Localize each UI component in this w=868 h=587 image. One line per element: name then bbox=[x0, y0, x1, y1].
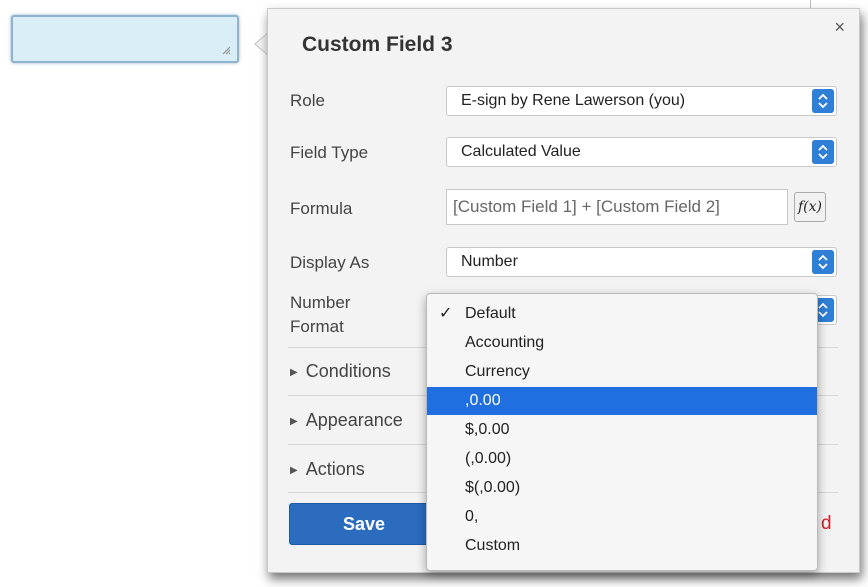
dropdown-option-currency[interactable]: Currency bbox=[427, 358, 817, 386]
dropdown-option-label: Currency bbox=[465, 363, 530, 380]
dropdown-option-label: $(,0.00) bbox=[465, 479, 521, 496]
dropdown-option-comma-decimal[interactable]: ,0.00 bbox=[427, 387, 817, 415]
dropdown-option-accounting[interactable]: Accounting bbox=[427, 329, 817, 357]
number-format-label-line2: Format bbox=[290, 317, 344, 336]
dropdown-option-label: Default bbox=[465, 305, 516, 322]
triangle-right-icon: ▶ bbox=[290, 416, 298, 427]
panel-title: Custom Field 3 bbox=[302, 33, 453, 56]
section-conditions[interactable]: ▶ Conditions bbox=[290, 361, 391, 382]
dropdown-option-dollar-comma-decimal[interactable]: $,0.00 bbox=[427, 416, 817, 444]
field-type-label: Field Type bbox=[290, 143, 369, 162]
checkmark-icon: ✓ bbox=[439, 305, 453, 322]
section-actions[interactable]: ▶ Actions bbox=[290, 459, 365, 480]
dropdown-option-label: (,0.00) bbox=[465, 450, 512, 467]
page-edge-line bbox=[810, 0, 811, 8]
dropdown-option-zero-comma[interactable]: 0, bbox=[427, 503, 817, 531]
section-conditions-label: Conditions bbox=[305, 361, 391, 381]
formula-input[interactable]: [Custom Field 1] + [Custom Field 2] bbox=[446, 189, 788, 225]
dropdown-option-custom[interactable]: Custom bbox=[427, 532, 817, 560]
role-value: E-sign by Rene Lawerson (you) bbox=[461, 92, 686, 109]
display-as-value: Number bbox=[461, 253, 518, 270]
triangle-right-icon: ▶ bbox=[290, 465, 298, 476]
save-button[interactable]: Save bbox=[289, 503, 439, 545]
close-icon[interactable]: × bbox=[834, 17, 845, 38]
dropdown-option-label: $,0.00 bbox=[465, 421, 510, 438]
number-format-label-line1: Number bbox=[290, 293, 351, 312]
field-type-select[interactable]: Calculated Value bbox=[446, 137, 837, 167]
display-as-label: Display As bbox=[290, 253, 370, 272]
display-as-select[interactable]: Number bbox=[446, 247, 837, 277]
dropdown-option-label: ,0.00 bbox=[465, 392, 501, 409]
dropdown-option-label: Accounting bbox=[465, 334, 545, 351]
field-type-value: Calculated Value bbox=[461, 143, 581, 160]
resize-grip-icon[interactable] bbox=[222, 46, 231, 55]
dropdown-option-paren-comma-decimal[interactable]: (,0.00) bbox=[427, 445, 817, 473]
section-appearance-label: Appearance bbox=[305, 410, 403, 430]
role-select[interactable]: E-sign by Rene Lawerson (you) bbox=[446, 86, 837, 116]
up-down-chevron-icon bbox=[812, 140, 834, 164]
role-label: Role bbox=[290, 91, 325, 110]
number-format-dropdown: ✓ Default Accounting Currency ,0.00 $,0.… bbox=[426, 293, 818, 571]
section-appearance[interactable]: ▶ Appearance bbox=[290, 410, 403, 431]
dropdown-option-default[interactable]: ✓ Default bbox=[427, 300, 817, 328]
section-actions-label: Actions bbox=[305, 459, 365, 479]
partial-red-text: d bbox=[821, 513, 832, 534]
dropdown-option-label: 0, bbox=[465, 508, 479, 525]
dropdown-option-dollar-paren-comma-decimal[interactable]: $(,0.00) bbox=[427, 474, 817, 502]
custom-field-3-box[interactable] bbox=[11, 15, 239, 63]
triangle-right-icon: ▶ bbox=[290, 367, 298, 378]
number-format-label: Number Format bbox=[290, 291, 350, 339]
dropdown-option-label: Custom bbox=[465, 537, 521, 554]
up-down-chevron-icon bbox=[812, 250, 834, 274]
formula-label: Formula bbox=[290, 199, 353, 218]
formula-fx-button[interactable]: f(x) bbox=[794, 192, 826, 222]
up-down-chevron-icon bbox=[812, 89, 834, 113]
